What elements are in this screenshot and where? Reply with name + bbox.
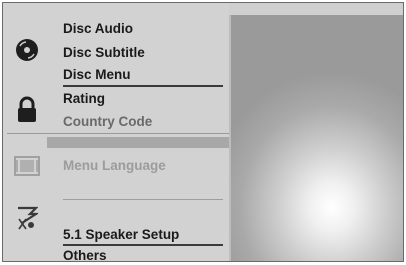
preview-top-strip — [229, 3, 403, 15]
menu-item-country-code[interactable]: Country Code — [63, 114, 152, 130]
divider — [63, 199, 223, 200]
menu-item-5-1-speaker-setup[interactable]: 5.1 Speaker Setup — [63, 227, 179, 243]
setup-menu-screen: Disc Audio Disc Subtitle Disc Menu Ratin… — [2, 2, 404, 262]
menu-item-disc-audio[interactable]: Disc Audio — [63, 21, 133, 37]
menu-item-disc-subtitle[interactable]: Disc Subtitle — [63, 45, 145, 61]
divider — [7, 133, 229, 134]
menu-item-menu-language[interactable]: Menu Language — [63, 158, 166, 174]
menu-item-others[interactable]: Others — [63, 248, 107, 261]
padlock-icon — [13, 96, 41, 123]
menu-item-disc-menu[interactable]: Disc Menu — [63, 67, 131, 83]
menu-item-rating[interactable]: Rating — [63, 91, 105, 107]
selection-bar — [47, 137, 229, 148]
disc-icon — [13, 37, 41, 63]
setup-menu-panel: Disc Audio Disc Subtitle Disc Menu Ratin… — [3, 3, 229, 261]
divider — [63, 244, 223, 246]
speaker-icon — [13, 205, 41, 231]
divider — [63, 85, 223, 87]
video-preview-area — [229, 15, 403, 261]
display-icon — [13, 153, 41, 179]
